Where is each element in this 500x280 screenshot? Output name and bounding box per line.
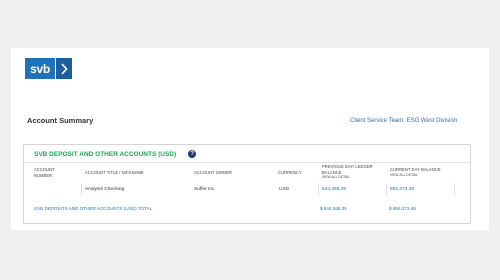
help-icon[interactable]: ? [188,150,197,158]
column-divider [81,183,82,195]
chevron-right-icon [56,58,72,79]
total-current-balance: $ 855,373.48 [389,206,416,211]
column-divider [318,183,319,195]
logo-wordmark: svb [25,58,55,79]
svb-logo[interactable]: svb [25,58,72,79]
panel-divider [24,162,470,163]
column-divider [454,183,455,195]
total-prev-balance: $ 844,368.35 [320,206,347,211]
prev-view-all-link[interactable]: VIEW ALL DETAIL [322,175,388,181]
total-label: SVB DEPOSITS AND OTHER ACCOUNTS (USD) TO… [34,206,153,211]
row-current-balance[interactable]: 855,373.48 [390,187,414,192]
panel-heading: SVB DEPOSIT AND OTHER ACCOUNTS (USD) ? [34,150,197,158]
client-service-team[interactable]: Client Service Team: ESG West Division [350,118,457,124]
row-account-owner: Suffer Inc [194,187,215,192]
column-header-prev-balance: PREVIOUS DAY/ LEDGER BALANCE VIEW ALL DE… [322,164,388,181]
current-balance-label: CURRENT DAY BALANCE [390,167,441,172]
column-header-account-number: ACCOUNT NUMBER [34,167,55,178]
row-prev-balance[interactable]: 844,368.35 [322,187,346,192]
page-title: Account Summary [27,116,94,125]
column-header-title[interactable]: ACCOUNT TITLE / NICKNAME [85,170,144,176]
deposit-accounts-panel: SVB DEPOSIT AND OTHER ACCOUNTS (USD) ? A… [23,144,471,224]
column-divider [386,183,387,195]
current-view-all-link[interactable]: VIEW ALL DETAIL [390,173,460,179]
row-account-title[interactable]: Analysis Checking [85,187,124,192]
row-currency: USD [279,187,290,192]
account-summary-card: svb Account Summary Client Service Team:… [11,48,489,230]
column-header-owner[interactable]: ACCOUNT OWNER [194,170,232,176]
column-header-currency[interactable]: CURRENCY [278,170,302,176]
prev-balance-label: PREVIOUS DAY/ LEDGER BALANCE [322,164,373,175]
panel-heading-label: SVB DEPOSIT AND OTHER ACCOUNTS (USD) [34,150,177,158]
column-header-current-balance: CURRENT DAY BALANCE VIEW ALL DETAIL [390,167,460,178]
